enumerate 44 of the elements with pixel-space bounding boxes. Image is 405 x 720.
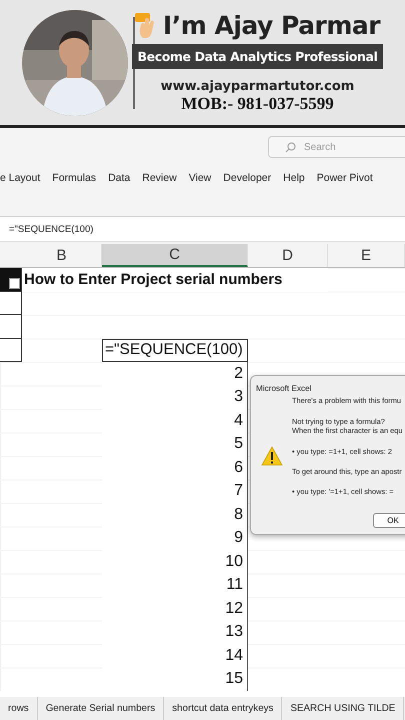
table-cell[interactable] [0,315,22,338]
sheet-tab[interactable]: SEARCH USING TILDE [282,697,404,720]
ribbon-tab[interactable]: View [188,172,212,184]
sheet-tab[interactable]: shortcut data entrykeys [164,697,282,720]
ribbon-tab[interactable]: Developer [223,172,272,184]
cell-value[interactable]: 11 [102,574,248,597]
ribbon-tab[interactable]: e Layout [0,172,40,184]
sheet-tab[interactable]: Generate Serial numbers [38,697,164,720]
column-header[interactable]: C [102,244,248,267]
table-cell[interactable] [0,338,22,362]
ribbon-tab[interactable]: Review [142,172,177,184]
cell-value[interactable]: 3 [102,386,248,409]
website-text: www.ajayparmartutor.com [160,79,354,94]
sheet-tab[interactable]: rows [0,697,38,720]
cell-value[interactable]: 5 [102,432,248,456]
ribbon-tab[interactable]: Formulas [52,172,96,184]
ribbon-tab[interactable]: Power Pivot [316,172,373,184]
ribbon-tab[interactable]: Help [283,172,305,184]
cell-value[interactable]: ="SEQUENCE(100) [102,338,248,362]
cell-value[interactable]: 10 [102,550,248,574]
filter-dropdown-icon[interactable] [9,278,20,288]
cell-value[interactable]: 14 [102,644,248,668]
cell-value[interactable]: 7 [102,480,248,503]
column-header[interactable]: E [328,244,405,267]
cell-value[interactable]: 2 [102,362,248,386]
column-header[interactable]: D [248,244,328,267]
search-icon [285,142,296,152]
cell-value[interactable]: 9 [102,526,248,550]
table-cell[interactable] [0,292,22,315]
tagline: Become Data Analytics Professional [132,44,384,69]
dialog-title: Microsoft Excel [256,384,312,393]
ok-button[interactable]: OK [373,513,405,528]
warning-icon [261,446,283,466]
ribbon-tab[interactable]: Data [108,172,130,184]
cell-value[interactable]: 12 [102,597,248,620]
cell-value[interactable]: 4 [102,409,248,432]
formula-bar[interactable]: ="SEQUENCE(100) [0,216,405,242]
cell-value[interactable]: 8 [102,503,248,526]
phone-number: MOB:- 981-037-5599 [181,94,334,114]
table-header-cell[interactable] [0,268,22,292]
cell-value[interactable]: 13 [102,620,248,644]
presenter-name: I’m Ajay Parmar [162,11,380,40]
cell-value[interactable]: 15 [102,668,248,691]
cell-value[interactable]: 6 [102,456,248,480]
